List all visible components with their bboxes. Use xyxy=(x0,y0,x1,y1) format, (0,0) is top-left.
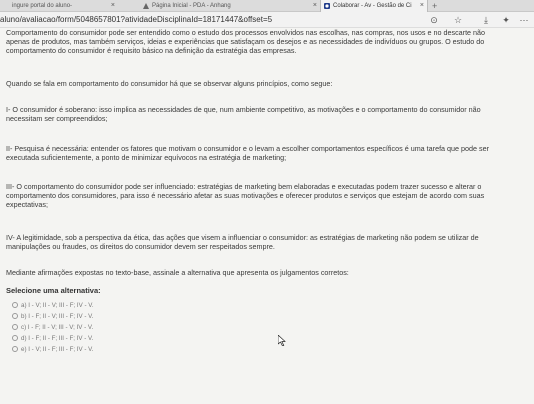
radio-button[interactable] xyxy=(12,324,18,331)
clock-icon[interactable]: ⊙ xyxy=(428,14,440,26)
base-text-line: apenas de produtos, mas também serviços,… xyxy=(6,37,485,46)
star-icon[interactable]: ☆ xyxy=(452,14,464,26)
colaborar-favicon-icon xyxy=(324,3,330,9)
close-tab-icon[interactable]: × xyxy=(111,0,115,12)
new-tab-button[interactable]: + xyxy=(432,0,437,12)
statement-iii: III- O comportamento do consumidor pode … xyxy=(6,182,485,209)
statement-iv: IV- A legitimidade, sob a perspectiva da… xyxy=(6,233,479,251)
statement-ii: II- Pesquisa é necessária: entender os f… xyxy=(6,144,490,162)
puzzle-icon[interactable]: ✦ xyxy=(500,14,512,26)
alternative-c[interactable]: c) I - F; II - V; III - V; IV - V. xyxy=(12,322,94,333)
mouse-cursor-icon xyxy=(278,335,286,346)
radio-button[interactable] xyxy=(12,335,18,342)
alternative-d[interactable]: d) I - F; II - F; III - F; IV - V. xyxy=(12,333,94,344)
close-tab-icon[interactable]: × xyxy=(313,0,317,12)
statement-i: I- O consumidor é soberano: isso implica… xyxy=(6,105,481,123)
tab-portal-aluno[interactable]: ingure portal do aluno- × xyxy=(0,0,118,12)
more-icon[interactable]: ⋯ xyxy=(518,14,530,26)
base-text-line: Comportamento do consumidor pode ser ent… xyxy=(6,28,486,37)
tab-colaborar[interactable]: Colaborar - Av - Gestão de Ci × xyxy=(320,0,428,12)
radio-button[interactable] xyxy=(12,302,18,309)
tab-label: Página Inicial - PDA - Anhang xyxy=(152,3,231,9)
instruction-text: Mediante afirmações expostas no texto-ba… xyxy=(6,268,349,277)
url-field[interactable]: aluno/avaliacao/form/5048657801?atividad… xyxy=(0,12,272,28)
alternative-b[interactable]: b) I - F; II - V; III - F; IV - V. xyxy=(12,311,94,322)
base-text-line: comportamento do consumidor é requisito … xyxy=(6,46,297,55)
alternative-e[interactable]: e) I - V; II - F; III - F; IV - V. xyxy=(12,344,94,355)
tab-label: ingure portal do aluno- xyxy=(12,3,73,9)
question-content: Comportamento do consumidor pode ser ent… xyxy=(0,28,534,404)
radio-button[interactable] xyxy=(12,313,18,320)
prompt-text: Quando se fala em comportamento do consu… xyxy=(6,79,333,88)
warning-icon xyxy=(143,3,149,9)
tab-label: Colaborar - Av - Gestão de Ci xyxy=(333,3,412,9)
base-text: Comportamento do consumidor pode ser ent… xyxy=(6,28,534,55)
radio-button[interactable] xyxy=(12,346,18,353)
tab-pagina-inicial[interactable]: Página Inicial - PDA - Anhang × xyxy=(140,0,320,12)
browser-tab-bar: ingure portal do aluno- × Página Inicial… xyxy=(0,0,534,12)
select-alternative-label: Selecione uma alternativa: xyxy=(6,286,101,295)
download-icon[interactable]: ⤓ xyxy=(480,14,492,26)
alternatives-list: a) I - V; II - V; III - F; IV - V. b) I … xyxy=(12,300,94,355)
address-bar: aluno/avaliacao/form/5048657801?atividad… xyxy=(0,12,534,28)
close-tab-icon[interactable]: × xyxy=(420,0,424,12)
alternative-a[interactable]: a) I - V; II - V; III - F; IV - V. xyxy=(12,300,94,311)
